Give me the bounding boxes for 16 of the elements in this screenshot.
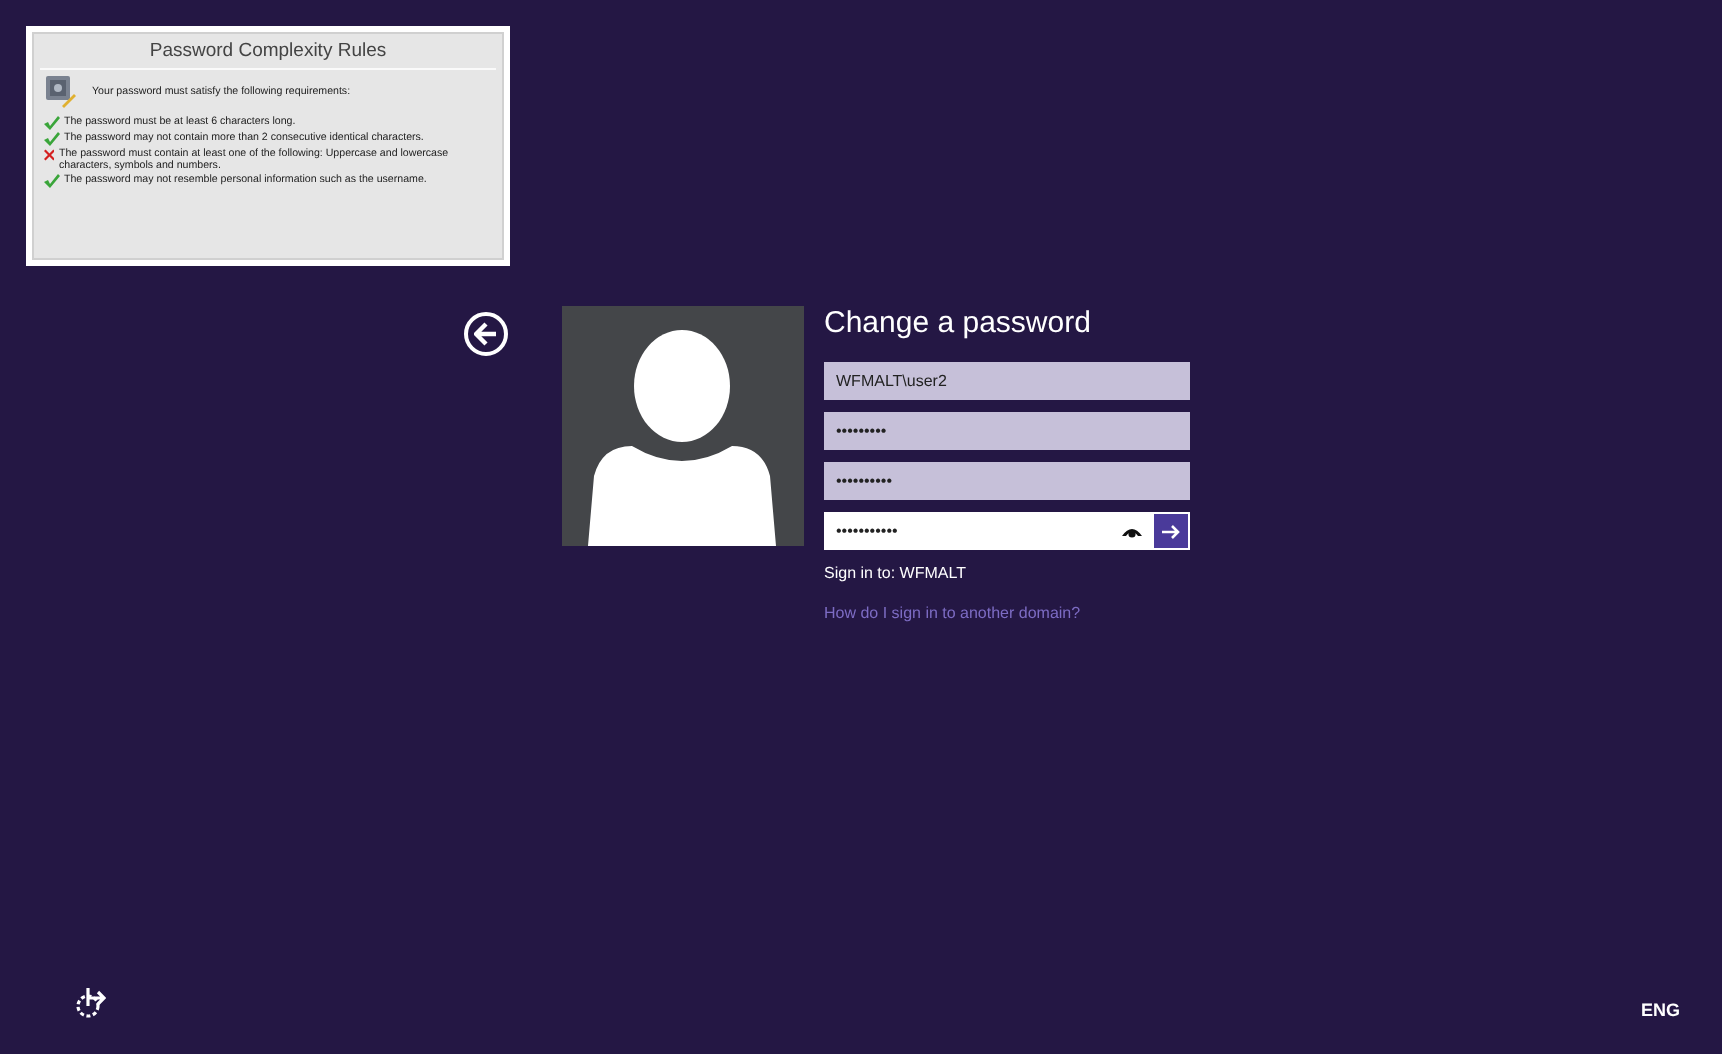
arrow-icon (1162, 523, 1180, 539)
page-heading: Change a password (824, 306, 1093, 342)
language-indicator[interactable]: ENG (1640, 997, 1680, 1024)
eye-icon[interactable] (1122, 526, 1142, 538)
sign-in-domain-text: Sign in to: WFMALT (824, 562, 968, 586)
panel-title: Password Complexity Rules (147, 38, 389, 66)
back-button[interactable] (464, 312, 508, 356)
username-field[interactable]: WFMALT\user2 (824, 362, 1190, 400)
safe-icon (44, 74, 76, 109)
password-field[interactable]: ••••••••• (824, 412, 1190, 450)
password-field[interactable]: •••••••••• (824, 462, 1190, 500)
submit-button[interactable] (1154, 514, 1188, 548)
ease-of-access-icon[interactable] (76, 988, 106, 1019)
domain-help-link[interactable]: How do I sign in to another domain? (824, 602, 1081, 626)
password-field[interactable]: ••••••••••• (824, 512, 1190, 550)
back-arrow-icon (474, 322, 498, 346)
